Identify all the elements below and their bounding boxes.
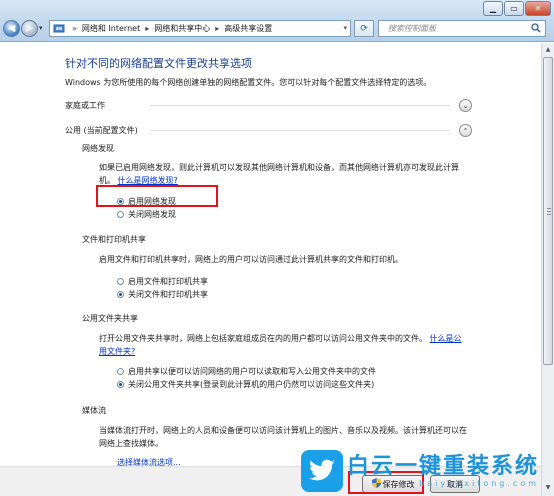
radio-label: 关闭公用文件夹共享(登录到此计算机的用户仍然可以访问这些文件夹)	[128, 380, 375, 389]
chevron-down-icon: ⌄	[462, 101, 469, 110]
forward-button[interactable]: ▶	[21, 20, 38, 37]
breadcrumb-separator: »	[72, 24, 77, 33]
watermark-url: baiyunxitong.com	[419, 478, 540, 488]
public-folder-sharing-text: 打开公用文件夹共享时，网络上包括家庭组成员在内的用户都可以访问公用文件夹中的文件…	[99, 334, 427, 343]
profile-public-label[interactable]: 公用 (当前配置文件)	[65, 125, 138, 136]
refresh-button[interactable]: ⟳	[354, 20, 374, 37]
scrollbar-thumb[interactable]	[543, 57, 553, 365]
watermark-title: 白云一键重装系统	[347, 453, 540, 479]
breadcrumb-separator[interactable]: ▸	[145, 24, 149, 33]
chevron-up-icon: ⌃	[462, 126, 469, 135]
grip-line	[547, 214, 551, 215]
maximize-button[interactable]: ▭	[504, 1, 524, 16]
address-bar[interactable]: » 网络和 Internet ▸ 网络和共享中心 ▸ 高级共享设置 ▾	[49, 20, 351, 37]
page-title: 针对不同的网络配置文件更改共享选项	[65, 57, 252, 70]
network-discovery-title: 网络发现	[82, 144, 114, 153]
highlight-box	[96, 185, 218, 207]
radio-disable-file-printer-sharing[interactable]: 关闭文件和打印机共享	[117, 289, 208, 300]
arrow-right-icon: ▶	[25, 23, 34, 34]
expand-home-profile-button[interactable]: ⌄	[459, 99, 472, 112]
media-streaming-description: 当媒体流打开时，网络上的人员和设备便可以访问该计算机上的图片、音乐以及视频。该计…	[99, 426, 467, 448]
radio-enable-public-folder-sharing[interactable]: 启用共享以便可以访问网络的用户可以读取和写入公用文件夹中的文件	[117, 366, 376, 377]
public-folder-sharing-title: 公用文件夹共享	[82, 314, 138, 323]
recent-pages-dropdown[interactable]: ▾	[39, 24, 43, 32]
close-icon: ✕	[534, 4, 542, 13]
radio-label: 关闭网络发现	[128, 210, 176, 219]
search-icon[interactable]	[531, 23, 541, 38]
radio-label: 关闭文件和打印机共享	[128, 290, 208, 299]
page-subtitle: Windows 为您所使用的每个网络创建单独的网络配置文件。您可以针对每个配置文…	[65, 78, 432, 87]
search-input[interactable]: 搜索控制面板	[378, 20, 546, 37]
watermark: 白云一键重装系统 baiyunxitong.com	[301, 450, 539, 492]
breadcrumb-advanced-sharing[interactable]: 高级共享设置	[224, 23, 272, 34]
search-placeholder: 搜索控制面板	[388, 24, 436, 33]
file-printer-sharing-description: 启用文件和打印机共享时，网络上的用户可以访问通过此计算机共享的文件和打印机。	[99, 255, 403, 264]
window-titlebar: ◀ ▶ ▾ » 网络和 Internet ▸ 网络和共享中心 ▸ 高级共享设置 …	[0, 0, 554, 42]
media-streaming-title: 媒体流	[82, 406, 106, 415]
minimize-button[interactable]: ▁	[483, 1, 503, 16]
arrow-left-icon: ◀	[7, 23, 16, 34]
radio-label: 启用文件和打印机共享	[128, 277, 208, 286]
radio-button[interactable]	[117, 368, 124, 375]
refresh-icon: ⟳	[360, 23, 368, 34]
radio-label: 启用共享以便可以访问网络的用户可以读取和写入公用文件夹中的文件	[128, 367, 376, 376]
content-pane: 针对不同的网络配置文件更改共享选项 Windows 为您所使用的每个网络创建单独…	[0, 43, 541, 496]
minimize-icon: ▁	[489, 4, 497, 13]
grip-line	[547, 208, 551, 209]
radio-enable-file-printer-sharing[interactable]: 启用文件和打印机共享	[117, 276, 208, 287]
radio-disable-public-folder-sharing[interactable]: 关闭公用文件夹共享(登录到此计算机的用户仍然可以访问这些文件夹)	[117, 379, 374, 390]
watermark-text: 白云一键重装系统 baiyunxitong.com	[347, 453, 540, 488]
radio-button-checked[interactable]	[117, 291, 124, 298]
network-folder-icon	[53, 23, 65, 34]
file-printer-sharing-title: 文件和打印机共享	[82, 235, 146, 244]
network-discovery-description: 如果已启用网络发现，则此计算机可以发现其他网络计算机和设备，而其他网络计算机亦可…	[99, 161, 469, 187]
back-button[interactable]: ◀	[3, 20, 20, 37]
collapse-public-profile-button[interactable]: ⌃	[459, 124, 472, 137]
radio-button[interactable]	[117, 278, 124, 285]
profile-home-work-label[interactable]: 家庭或工作	[65, 100, 105, 111]
grip-line	[547, 211, 551, 212]
scroll-down-arrow-icon[interactable]: ▼	[542, 481, 554, 494]
radio-button-checked[interactable]	[117, 381, 124, 388]
divider	[150, 130, 450, 131]
close-button[interactable]: ✕	[525, 1, 551, 16]
public-folder-sharing-description: 打开公用文件夹共享时，网络上包括家庭组成员在内的用户都可以访问公用文件夹中的文件…	[99, 332, 469, 358]
vertical-scrollbar[interactable]: ▲ ▼	[541, 43, 554, 496]
divider	[150, 105, 450, 106]
radio-button[interactable]	[117, 211, 124, 218]
maximize-icon: ▭	[510, 4, 518, 13]
breadcrumb-network-sharing-center[interactable]: 网络和共享中心	[154, 23, 210, 34]
breadcrumb-separator[interactable]: ▸	[215, 24, 219, 33]
twitter-bird-logo-icon	[301, 450, 343, 492]
breadcrumb-network-internet[interactable]: 网络和 Internet	[82, 23, 140, 34]
radio-disable-network-discovery[interactable]: 关闭网络发现	[117, 209, 176, 220]
scroll-up-arrow-icon[interactable]: ▲	[542, 43, 554, 56]
address-dropdown-icon[interactable]: ▾	[343, 24, 347, 32]
network-discovery-help-link[interactable]: 什么是网络发现?	[118, 176, 178, 185]
